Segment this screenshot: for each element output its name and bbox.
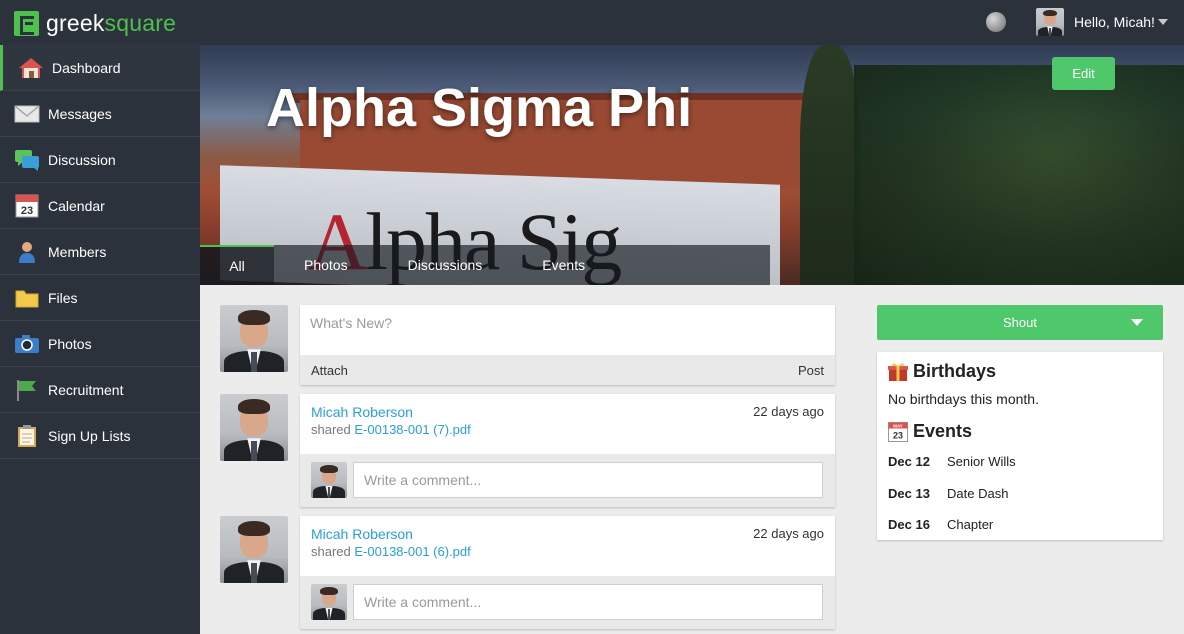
globe-icon[interactable] bbox=[986, 12, 1006, 32]
clipboard-icon bbox=[18, 424, 36, 447]
sidebar: Dashboard Messages Discussion 23 Calenda… bbox=[0, 45, 200, 634]
post-timestamp: 22 days ago bbox=[753, 526, 824, 541]
svg-text:MAY: MAY bbox=[893, 423, 903, 428]
avatar bbox=[311, 462, 347, 498]
tab-all[interactable]: All bbox=[200, 245, 274, 285]
post-button[interactable]: Post bbox=[798, 363, 824, 378]
event-name: Senior Wills bbox=[947, 454, 1016, 469]
cover-image: Alpha Sig Alpha Sigma Phi Edit All Photo… bbox=[200, 45, 1184, 285]
sidebar-item-calendar[interactable]: 23 Calendar bbox=[0, 183, 200, 229]
event-row[interactable]: Dec 13 Date Dash bbox=[888, 486, 1008, 501]
folder-icon bbox=[15, 290, 39, 307]
sidebar-item-sign-up-lists[interactable]: Sign Up Lists bbox=[0, 413, 200, 459]
feed-item: Micah Roberson 22 days ago shared E-0013… bbox=[300, 394, 835, 507]
event-row[interactable]: Dec 12 Senior Wills bbox=[888, 454, 1016, 469]
sidebar-item-label: Photos bbox=[48, 335, 92, 352]
house-icon bbox=[19, 57, 43, 78]
top-bar: greeksquare Hello, Micah! bbox=[0, 0, 1184, 45]
sidebar-item-label: Dashboard bbox=[52, 59, 121, 76]
avatar bbox=[311, 584, 347, 620]
sidebar-item-label: Discussion bbox=[48, 151, 116, 168]
sidebar-item-label: Files bbox=[48, 289, 78, 306]
avatar bbox=[220, 305, 288, 372]
post-shared-line: shared E-00138-001 (7).pdf bbox=[311, 422, 471, 437]
events-heading: MAY 23 Events bbox=[888, 421, 972, 442]
attach-button[interactable]: Attach bbox=[311, 363, 348, 378]
whats-new-input[interactable]: What's New? bbox=[310, 315, 392, 331]
shared-file-link[interactable]: E-00138-001 (7).pdf bbox=[354, 422, 470, 437]
tab-discussions[interactable]: Discussions bbox=[378, 245, 513, 285]
chat-bubbles-icon bbox=[15, 149, 39, 171]
info-card: Birthdays No birthdays this month. MAY 23… bbox=[877, 352, 1163, 540]
event-date: Dec 13 bbox=[888, 486, 930, 501]
tab-photos[interactable]: Photos bbox=[274, 245, 378, 285]
feed-item: Micah Roberson 22 days ago shared E-0013… bbox=[300, 516, 835, 629]
post-shared-line: shared E-00138-001 (6).pdf bbox=[311, 544, 471, 559]
tab-events[interactable]: Events bbox=[512, 245, 615, 285]
avatar bbox=[220, 394, 288, 461]
flag-icon bbox=[17, 379, 36, 401]
compose-toolbar: Attach Post bbox=[300, 355, 835, 385]
envelope-icon bbox=[14, 104, 40, 122]
cover-tabs: All Photos Discussions Events bbox=[200, 245, 770, 285]
sidebar-item-photos[interactable]: Photos bbox=[0, 321, 200, 367]
comment-bar: Write a comment... bbox=[300, 576, 835, 629]
sidebar-item-members[interactable]: Members bbox=[0, 229, 200, 275]
shared-file-link[interactable]: E-00138-001 (6).pdf bbox=[354, 544, 470, 559]
sidebar-item-label: Calendar bbox=[48, 197, 105, 214]
logo-mark-icon bbox=[14, 10, 39, 36]
sidebar-item-discussion[interactable]: Discussion bbox=[0, 137, 200, 183]
calendar-icon: MAY 23 bbox=[888, 421, 908, 442]
logo-text: greeksquare bbox=[46, 9, 177, 36]
page-title: Alpha Sigma Phi bbox=[266, 78, 693, 138]
event-date: Dec 12 bbox=[888, 454, 930, 469]
sidebar-item-label: Messages bbox=[48, 105, 112, 122]
sidebar-item-label: Sign Up Lists bbox=[48, 427, 131, 444]
post-author-link[interactable]: Micah Roberson bbox=[311, 404, 413, 420]
edit-button[interactable]: Edit bbox=[1052, 57, 1115, 90]
sidebar-item-dashboard[interactable]: Dashboard bbox=[0, 45, 200, 91]
event-date: Dec 16 bbox=[888, 517, 930, 532]
post-timestamp: 22 days ago bbox=[753, 404, 824, 419]
birthdays-heading: Birthdays bbox=[888, 361, 996, 382]
sidebar-item-files[interactable]: Files bbox=[0, 275, 200, 321]
shout-label: Shout bbox=[1003, 315, 1037, 330]
comment-input[interactable]: Write a comment... bbox=[353, 462, 823, 498]
compose-box: What's New? Attach Post bbox=[300, 305, 835, 385]
gift-icon bbox=[888, 362, 908, 381]
comment-bar: Write a comment... bbox=[300, 454, 835, 507]
logo[interactable]: greeksquare bbox=[14, 10, 176, 36]
svg-text:23: 23 bbox=[893, 430, 903, 440]
chevron-down-icon[interactable] bbox=[1131, 319, 1143, 326]
event-name: Date Dash bbox=[947, 486, 1009, 501]
shout-button[interactable]: Shout bbox=[877, 305, 1163, 340]
avatar bbox=[220, 516, 288, 583]
person-icon bbox=[19, 241, 35, 263]
event-row[interactable]: Dec 16 Chapter bbox=[888, 517, 993, 532]
event-name: Chapter bbox=[947, 517, 994, 532]
user-avatar[interactable] bbox=[1036, 8, 1064, 36]
comment-input[interactable]: Write a comment... bbox=[353, 584, 823, 620]
post-author-link[interactable]: Micah Roberson bbox=[311, 526, 413, 542]
chevron-down-icon[interactable] bbox=[1158, 19, 1168, 25]
calendar-icon: 23 bbox=[15, 194, 39, 217]
camera-icon bbox=[15, 334, 39, 353]
sidebar-item-recruitment[interactable]: Recruitment bbox=[0, 367, 200, 413]
sidebar-item-messages[interactable]: Messages bbox=[0, 91, 200, 137]
sidebar-item-label: Recruitment bbox=[48, 381, 124, 398]
sidebar-item-label: Members bbox=[48, 243, 107, 260]
user-greeting[interactable]: Hello, Micah! bbox=[1074, 14, 1155, 30]
svg-text:23: 23 bbox=[21, 205, 33, 217]
birthdays-text: No birthdays this month. bbox=[888, 391, 1039, 407]
